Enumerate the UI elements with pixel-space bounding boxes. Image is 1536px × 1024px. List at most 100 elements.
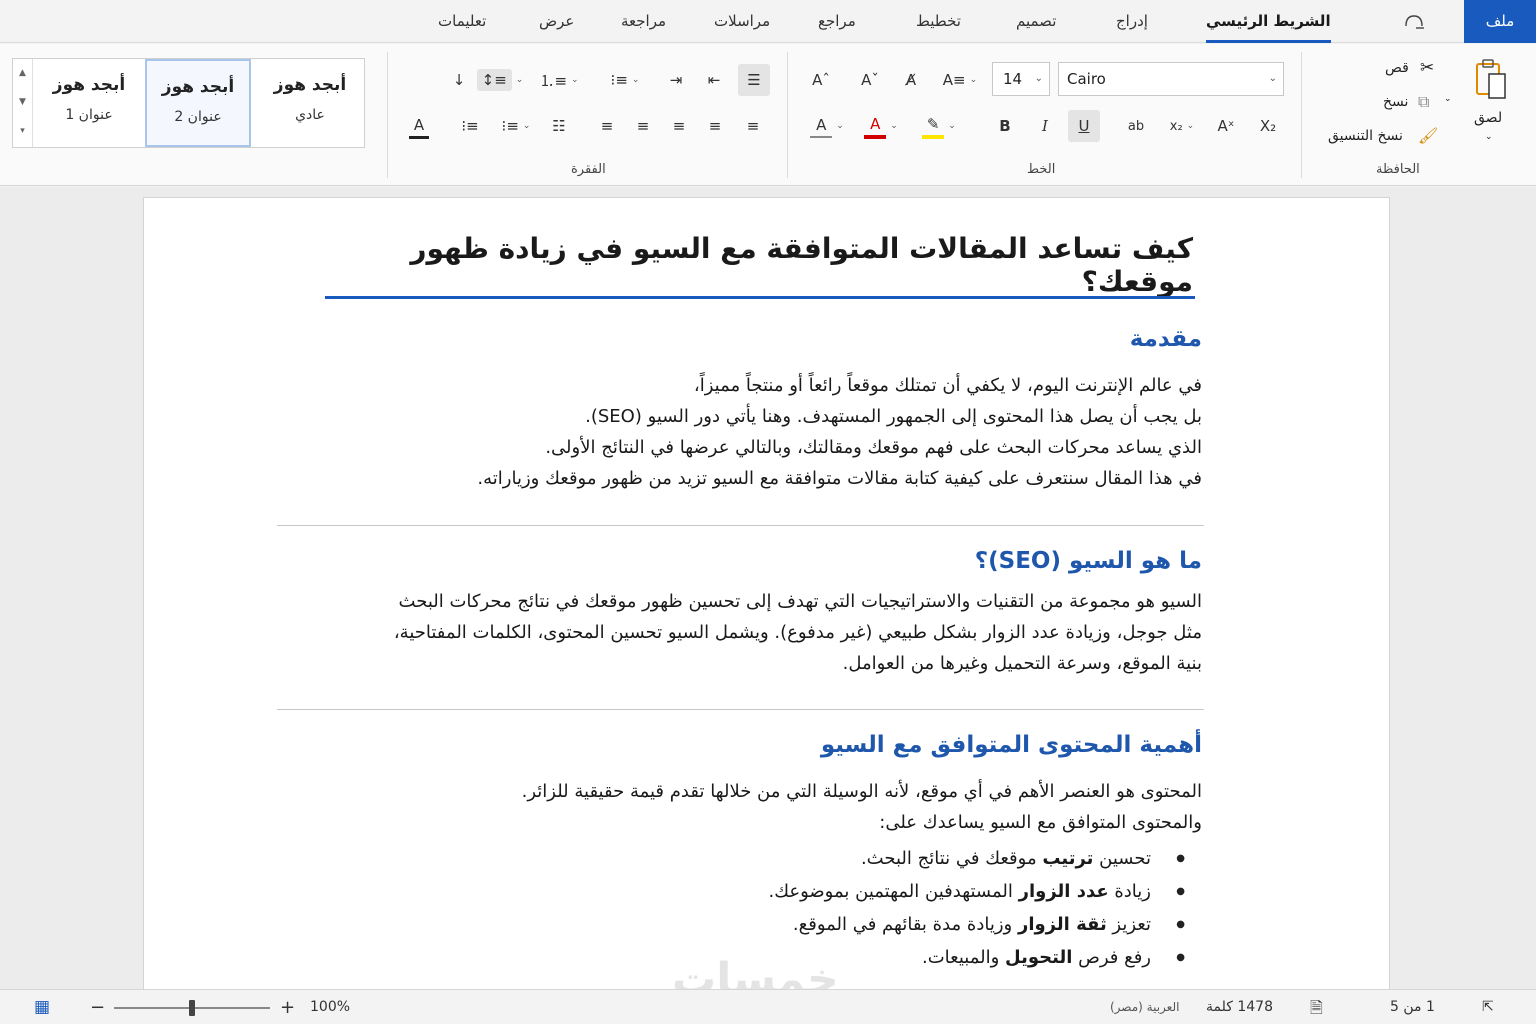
tab-design[interactable]: تصميم: [1016, 0, 1056, 43]
chevron-down-icon: ⌄: [1268, 73, 1277, 84]
bullets-list-icon[interactable]: ⁝≡ ⌄: [600, 64, 650, 96]
importance-paragraph[interactable]: المحتوى هو العنصر الأهم في أي موقع، لأنه…: [272, 776, 1202, 838]
list-item[interactable]: تحسين ترتيب موقعك في نتائج البحث.: [551, 842, 1185, 875]
intro-paragraph[interactable]: في عالم الإنترنت اليوم، لا يكفي أن تمتلك…: [272, 370, 1202, 494]
list-item-text: تعزيز: [1106, 914, 1151, 935]
numbered-list-icon[interactable]: ⒈≡ ⌄: [536, 64, 582, 96]
zoom-in-button[interactable]: +: [280, 990, 295, 1024]
tab-file[interactable]: ملف: [1464, 0, 1536, 43]
clipboard-icon: [1476, 59, 1506, 99]
subscript-icon[interactable]: X₂: [1254, 110, 1282, 142]
clear-formatting-icon[interactable]: A̸: [897, 64, 925, 96]
styles-gallery-scroll[interactable]: ▲ ▼ ▾: [13, 59, 33, 147]
superscript-icon[interactable]: Aˣ: [1212, 110, 1240, 142]
rtl-text-icon[interactable]: A: [404, 110, 434, 142]
shading-icon[interactable]: ⁝≡ ⌄: [494, 110, 538, 142]
tab-insert[interactable]: إدراج: [1116, 0, 1148, 43]
chevron-down-icon[interactable]: ▼: [13, 88, 32, 117]
zoom-out-button[interactable]: −: [90, 990, 105, 1024]
text-effects-icon[interactable]: x₂ ⌄: [1162, 110, 1202, 142]
word-count[interactable]: 1478 كلمة: [1206, 990, 1273, 1024]
bold-button[interactable]: B: [990, 110, 1020, 142]
align-right-icon[interactable]: ≡: [700, 110, 730, 142]
tab-layout[interactable]: تخطيط: [916, 0, 961, 43]
list-item[interactable]: رفع فرص التحويل والمبيعات.: [551, 941, 1185, 974]
scissors-icon[interactable]: ✂: [1420, 58, 1434, 78]
underline-button[interactable]: U: [1068, 110, 1100, 142]
paste-chevron-icon[interactable]: ⌄: [1485, 132, 1493, 142]
text-outline-icon: A: [810, 114, 833, 138]
copy-icon[interactable]: ⧉: [1418, 92, 1429, 112]
style-name: عادي: [295, 107, 325, 123]
style-heading-1[interactable]: أبجد هوز عنوان 1: [35, 59, 143, 147]
indent-decrease-icon[interactable]: ⇤: [700, 64, 728, 96]
indent-increase-icon[interactable]: ⇥: [662, 64, 690, 96]
format-painter-icon[interactable]: 🖌: [1418, 126, 1438, 145]
copy-button[interactable]: نسخ: [1383, 94, 1408, 110]
tab-references[interactable]: مراجع: [818, 0, 856, 43]
accessibility-icon[interactable]: ⇱: [1482, 990, 1494, 1024]
zoom-level[interactable]: 100%: [310, 990, 350, 1024]
proofing-icon[interactable]: 🗎: [1310, 990, 1323, 1024]
grow-font-icon[interactable]: Aˆ: [807, 64, 835, 96]
paste-label[interactable]: لصق: [1474, 110, 1502, 126]
document-page[interactable]: كيف تساعد المقالات المتوافقة مع السيو في…: [143, 197, 1390, 989]
heading-what-is-seo[interactable]: ما هو السيو (SEO)؟: [975, 548, 1202, 574]
show-formatting-icon[interactable]: ☰: [738, 64, 770, 96]
shrink-font-icon[interactable]: Aˇ: [856, 64, 884, 96]
style-name: عنوان 2: [174, 109, 222, 125]
align-justify-icon[interactable]: ≡: [738, 110, 768, 142]
chevron-up-icon[interactable]: ▲: [13, 59, 32, 88]
tab-review[interactable]: مراجعة: [621, 0, 666, 43]
highlight-color-button[interactable]: ✎ ⌄: [914, 110, 964, 142]
styles-gallery[interactable]: ▲ ▼ ▾ أبجد هوز عنوان 1 أبجد هوز عنوان 2 …: [12, 58, 365, 148]
benefits-list[interactable]: تحسين ترتيب موقعك في نتائج البحث. زيادة …: [551, 842, 1185, 974]
zoom-slider[interactable]: [114, 1000, 270, 1016]
text-line: المحتوى هو العنصر الأهم في أي موقع، لأنه…: [521, 781, 1202, 802]
language-indicator[interactable]: العربية (مصر): [1110, 990, 1179, 1024]
paste-icon[interactable]: [1466, 56, 1516, 106]
document-title[interactable]: كيف تساعد المقالات المتوافقة مع السيو في…: [323, 232, 1193, 298]
sort-icon[interactable]: ↓: [448, 64, 470, 96]
line-spacing-icon[interactable]: ≡: [592, 110, 622, 142]
tab-mailings[interactable]: مراسلات: [714, 0, 770, 43]
tab-help[interactable]: تعليمات: [438, 0, 486, 43]
font-size-select[interactable]: 14 ⌄: [992, 62, 1050, 96]
text-effect-button[interactable]: A ⌄: [804, 110, 850, 142]
multilevel-list-icon[interactable]: ↕≡ ⌄: [474, 64, 526, 96]
cut-button[interactable]: قص: [1385, 60, 1409, 76]
print-layout-icon[interactable]: ▦: [34, 990, 50, 1024]
tab-view[interactable]: عرض: [539, 0, 574, 43]
zoom-slider-thumb[interactable]: [189, 1000, 195, 1016]
list-item-text: وزيادة مدة بقائهم في الموقع.: [792, 914, 1018, 935]
list-item[interactable]: تعزيز ثقة الزوار وزيادة مدة بقائهم في ال…: [551, 908, 1185, 941]
font-color-button[interactable]: A ⌄: [856, 110, 906, 142]
seo-paragraph[interactable]: السيو هو مجموعة من التقنيات والاستراتيجي…: [262, 586, 1202, 679]
font-name-value: Cairo: [1067, 70, 1106, 88]
style-normal[interactable]: أبجد هوز عادي: [256, 59, 364, 147]
align-center-icon[interactable]: ≡: [664, 110, 694, 142]
ribbon-tab-bar: ملف الشريط الرئيسي إدراج تصميم تخطيط مرا…: [0, 0, 1536, 43]
style-heading-2[interactable]: أبجد هوز عنوان 2: [145, 59, 251, 147]
copy-chevron-icon[interactable]: ⌄: [1444, 94, 1452, 104]
ltr-text-icon[interactable]: ⁝≡: [456, 110, 484, 142]
strikethrough-icon[interactable]: ab: [1122, 110, 1150, 142]
lightbulb-icon[interactable]: [1402, 0, 1430, 43]
borders-icon[interactable]: ☷: [544, 110, 574, 142]
lightbulb-icon-glyph: [1405, 15, 1424, 29]
format-painter-button[interactable]: نسخ التنسيق: [1328, 128, 1403, 144]
more-styles-icon[interactable]: ▾: [13, 117, 32, 146]
heading-introduction[interactable]: مقدمة: [1130, 326, 1202, 352]
align-left-icon[interactable]: ≡: [628, 110, 658, 142]
italic-button[interactable]: I: [1030, 110, 1060, 142]
highlighter-icon: ✎: [922, 113, 945, 139]
text-line: والمحتوى المتوافق مع السيو يساعدك على:: [879, 812, 1202, 833]
tab-home[interactable]: الشريط الرئيسي: [1206, 0, 1331, 43]
text-line: مثل جوجل، وزيادة عدد الزوار بشكل طبيعي (…: [393, 622, 1202, 643]
font-name-select[interactable]: Cairo ⌄: [1058, 62, 1284, 96]
change-case-icon[interactable]: A≡ ⌄: [940, 64, 980, 96]
heading-importance[interactable]: أهمية المحتوى المتوافق مع السيو: [821, 732, 1202, 758]
list-item[interactable]: زيادة عدد الزوار المستهدفين المهتمين بمو…: [551, 875, 1185, 908]
page-indicator[interactable]: 1 من 5: [1390, 990, 1435, 1024]
document-area[interactable]: كيف تساعد المقالات المتوافقة مع السيو في…: [0, 187, 1536, 989]
